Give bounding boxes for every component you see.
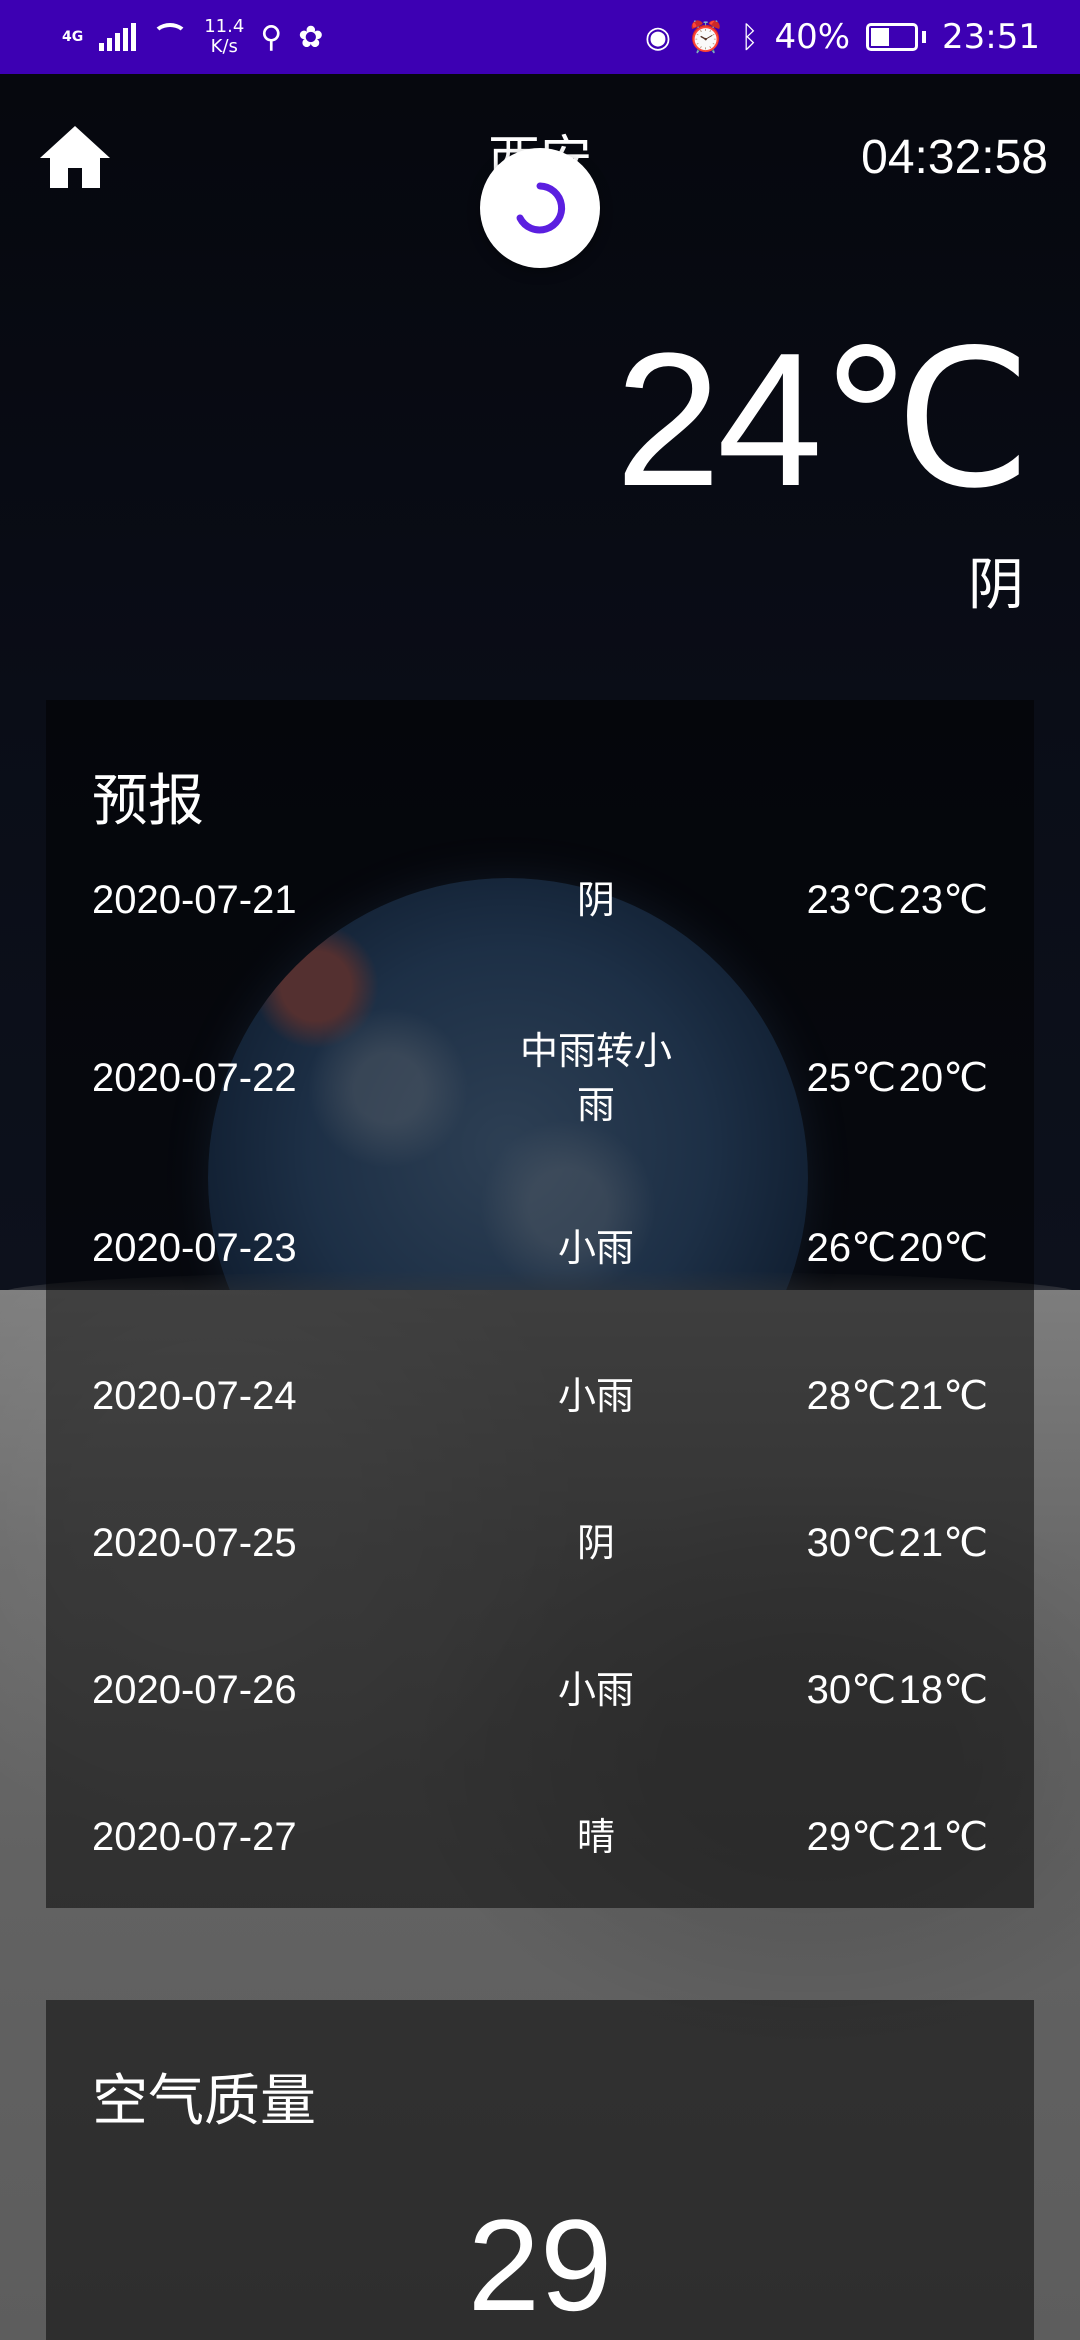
signal-icon [99, 23, 137, 51]
air-quality-card: 空气质量 29 [46, 2000, 1034, 2340]
current-condition: 阴 [968, 553, 1024, 618]
forecast-date: 2020-07-26 [92, 1667, 297, 1712]
status-left: 4G 11.4 K/s ⚲ ✿ [62, 17, 323, 57]
forecast-max-temp: 30℃ [806, 1521, 896, 1565]
forecast-condition: 晴 [576, 1815, 615, 1859]
speed-unit: K/s [210, 36, 238, 57]
speed-value: 11.4 [204, 16, 245, 37]
update-time: 04:32:58 [861, 131, 1048, 184]
battery-icon [866, 23, 927, 51]
network-speed: 11.4 K/s [204, 17, 244, 57]
status-right: ◉ ⏰ ᛒ 40% 23:51 [645, 17, 1040, 57]
forecast-date: 2020-07-21 [92, 877, 297, 922]
forecast-condition: 阴 [576, 1521, 615, 1565]
forecast-max-temp: 30℃ [806, 1668, 896, 1712]
forecast-min-temp: 21℃ [898, 1815, 988, 1859]
battery-percent: 40% [774, 17, 851, 57]
forecast-card: 预报 2020-07-21 阴 23℃ 23℃ 2020-07-22 中雨转小雨… [46, 700, 1034, 1908]
status-bar: 4G 11.4 K/s ⚲ ✿ ◉ ⏰ ᛒ 40% 23:51 [0, 0, 1080, 74]
forecast-condition: 小雨 [557, 1226, 634, 1270]
current-temperature: 24℃ [615, 314, 1032, 526]
network-type: 4G [62, 29, 84, 45]
forecast-max-temp: 28℃ [806, 1374, 896, 1418]
forecast-title: 预报 [92, 769, 204, 834]
forecast-row: 2020-07-26 小雨 30℃ 18℃ [46, 1660, 1034, 1720]
bluetooth-icon: ᛒ [740, 19, 759, 55]
forecast-max-temp: 25℃ [806, 1056, 896, 1100]
forecast-date: 2020-07-27 [92, 1814, 297, 1859]
forecast-date: 2020-07-22 [92, 1055, 297, 1100]
aqi-value: 29 [467, 2192, 613, 2338]
forecast-row: 2020-07-24 小雨 28℃ 21℃ [46, 1366, 1034, 1426]
loading-spinner [480, 148, 600, 268]
forecast-date: 2020-07-25 [92, 1520, 297, 1565]
forecast-min-temp: 21℃ [898, 1521, 988, 1565]
forecast-max-temp: 29℃ [806, 1815, 896, 1859]
forecast-date: 2020-07-24 [92, 1373, 297, 1418]
status-time: 23:51 [942, 17, 1040, 57]
eye-icon: ◉ [644, 19, 672, 55]
forecast-condition: 阴 [576, 878, 615, 922]
forecast-min-temp: 23℃ [898, 878, 988, 922]
forecast-max-temp: 23℃ [806, 878, 896, 922]
air-quality-title: 空气质量 [92, 2069, 316, 2134]
forecast-min-temp: 18℃ [898, 1668, 988, 1712]
alarm-icon: ⏰ [687, 19, 725, 55]
forecast-date: 2020-07-23 [92, 1225, 297, 1270]
wifi-icon [152, 23, 189, 51]
wechat-icon: ✿ [298, 19, 324, 55]
forecast-condition: 小雨 [557, 1668, 634, 1712]
forecast-row: 2020-07-21 阴 23℃ 23℃ [46, 870, 1034, 930]
spinner-icon [516, 182, 566, 234]
forecast-min-temp: 21℃ [898, 1374, 988, 1418]
forecast-row: 2020-07-22 中雨转小雨 25℃ 20℃ [46, 1018, 1034, 1138]
forecast-row: 2020-07-27 晴 29℃ 21℃ [46, 1807, 1034, 1867]
home-icon[interactable] [36, 122, 114, 192]
forecast-row: 2020-07-25 阴 30℃ 21℃ [46, 1513, 1034, 1573]
forecast-min-temp: 20℃ [898, 1056, 988, 1100]
forecast-min-temp: 20℃ [898, 1226, 988, 1270]
forecast-max-temp: 26℃ [806, 1226, 896, 1270]
forecast-row: 2020-07-23 小雨 26℃ 20℃ [46, 1218, 1034, 1278]
usb-icon: ⚲ [260, 19, 283, 55]
forecast-condition: 小雨 [557, 1374, 634, 1418]
forecast-condition: 中雨转小雨 [519, 1029, 672, 1127]
